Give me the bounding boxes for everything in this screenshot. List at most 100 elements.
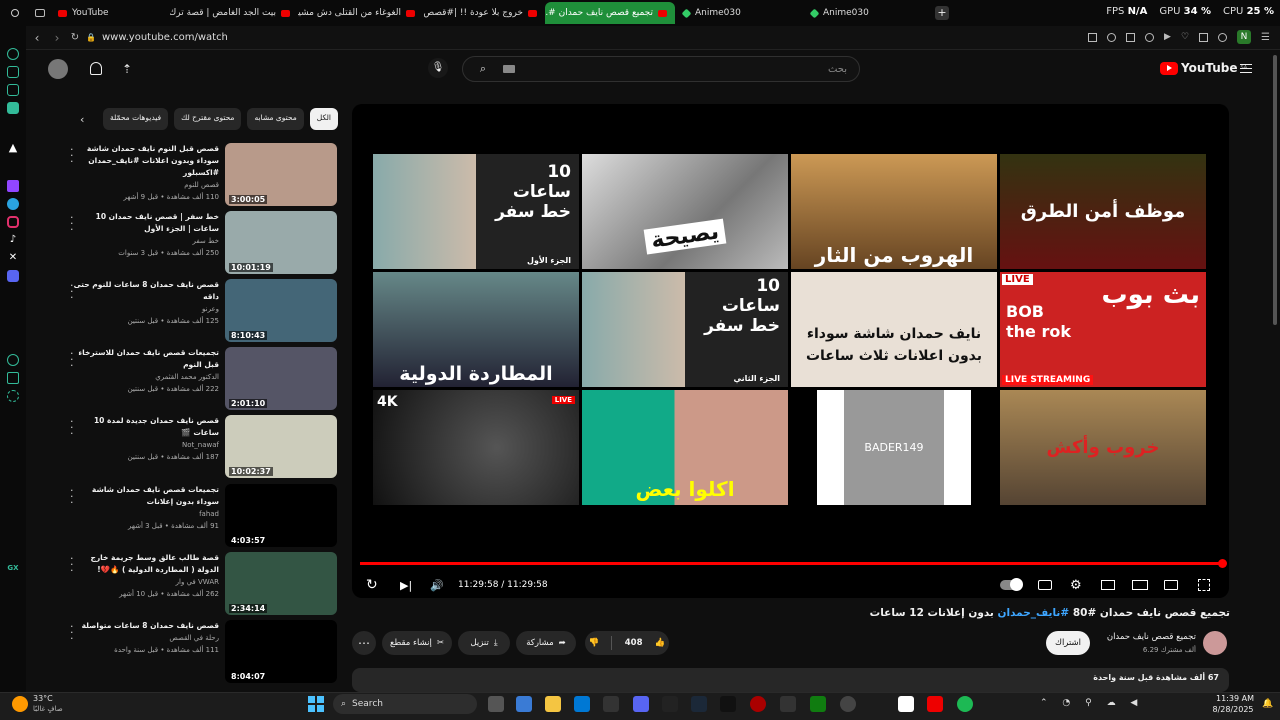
outlook-icon[interactable] [574, 696, 590, 712]
related-video-item[interactable]: 8:04:07 قصص نايف حمدان 8 ساعات متواصلة رحل… [62, 620, 337, 684]
related-video-item[interactable]: 8:10:43 قصص نايف حمدان 8 ساعات للنوم حتى … [62, 279, 337, 343]
xbox-icon[interactable] [810, 696, 826, 712]
related-video-item[interactable]: 2:01:10 تجميعات قصص نايف حمدان للاسترخاء … [62, 347, 337, 411]
related-video-item[interactable]: 10:02:37 قصص نايف حمدان جديدة لمدة 10 ساع… [62, 415, 337, 479]
tiktok-icon[interactable]: ♪ [7, 234, 19, 246]
subscribe-button[interactable]: اشتراك [1046, 631, 1090, 655]
vpn-icon[interactable] [1145, 32, 1155, 42]
video-title[interactable]: تجميعات قصص نايف حمدان للاسترخاء قبل الن… [69, 347, 219, 371]
volume-button[interactable]: 🔊 [430, 574, 444, 596]
discord-icon[interactable] [633, 696, 649, 712]
video-thumbnail[interactable]: 10:01:19 [225, 211, 337, 274]
account-avatar[interactable] [48, 59, 68, 79]
chrome-icon[interactable] [840, 696, 856, 712]
tab-anime-2[interactable]: Anime030 [803, 2, 931, 24]
chip-all[interactable]: الكل [309, 108, 338, 130]
more-options-icon[interactable]: · · · [70, 348, 74, 371]
x-icon[interactable]: ✕ [7, 252, 19, 264]
bookmark-icon[interactable] [1088, 32, 1098, 42]
related-video-item[interactable]: 10:01:19 خط سفر | قصص نايف حمدان 10 ساعات… [62, 211, 337, 275]
player-icon[interactable]: ▶ [1164, 32, 1171, 42]
heart-icon[interactable]: ♡ [1181, 32, 1189, 42]
video-thumbnail[interactable]: 8:04:07 [225, 620, 337, 683]
epic-games-icon[interactable] [662, 696, 678, 712]
chip-downloaded[interactable]: فيديوهات محمّلة [103, 108, 169, 130]
channel-name[interactable]: خط سفر [69, 235, 219, 247]
more-options-icon[interactable]: · · · [70, 144, 74, 167]
spotify-icon[interactable] [957, 696, 973, 712]
clock-date[interactable]: 8/28/2025 [1208, 705, 1258, 714]
search-icon[interactable]: ⌕ [463, 62, 503, 76]
clock-time[interactable]: 11:39 AM [1212, 694, 1258, 703]
search-input[interactable]: بحث [515, 64, 859, 75]
back-icon[interactable]: ‹ [26, 31, 48, 45]
settings-icon[interactable] [7, 390, 19, 402]
channel-avatar[interactable] [1203, 631, 1227, 655]
video-thumbnail[interactable]: 8:10:43 [225, 279, 337, 342]
channel-name[interactable]: تجميع قصص نايف حمدان [1080, 632, 1196, 642]
related-video-item[interactable]: 4:03:57 تجميعات قصص نايف حمدان شاشة سوداء… [62, 484, 337, 548]
autoplay-toggle[interactable] [1000, 574, 1023, 596]
history-icon[interactable] [7, 354, 19, 366]
subtitles-button[interactable] [1038, 574, 1052, 596]
video-title[interactable]: قصص قبل النوم نايف حمدان شاشة سوداء وبدو… [69, 143, 219, 179]
more-options-icon[interactable]: · · · [70, 212, 74, 235]
fullscreen-button[interactable] [1198, 574, 1210, 596]
like-icon[interactable]: 👍 [655, 638, 666, 648]
progress-scrubber[interactable] [1218, 559, 1227, 568]
instagram-icon[interactable] [7, 216, 19, 228]
more-options-icon[interactable]: · · · [70, 553, 74, 576]
create-icon[interactable]: ⇡ [122, 62, 132, 76]
steam-icon[interactable] [691, 696, 707, 712]
capcut-icon[interactable] [720, 696, 736, 712]
channel-name[interactable]: fahad [69, 508, 219, 520]
gx-corner-icon[interactable] [7, 48, 19, 60]
speed-dial-icon[interactable] [7, 84, 19, 96]
bluestacks-icon[interactable] [780, 696, 796, 712]
tab-video-3[interactable]: الغوغاء من القتلى دش مشير [298, 2, 423, 24]
description-box[interactable]: 67 ألف مشاهدة قبل سنة واحدة [352, 668, 1229, 692]
voice-search-icon[interactable]: 🎙 [428, 58, 448, 78]
video-thumbnail[interactable]: 10:02:37 [225, 415, 337, 478]
menu-icon[interactable] [1240, 64, 1252, 73]
chip-recommended[interactable]: محتوى مقترح لك [174, 108, 242, 130]
miniplayer-button[interactable] [1101, 574, 1115, 596]
mail-icon[interactable] [7, 102, 19, 114]
tab-anime-1[interactable]: Anime030 [675, 2, 803, 24]
more-options-icon[interactable]: · · · [70, 485, 74, 508]
tray-icons[interactable]: ⌃ ◔ ⚲ ☁ ◀ [1040, 698, 1143, 708]
download-button[interactable]: تنزيل ⤓ [458, 631, 510, 655]
video-title[interactable]: قصص نايف حمدان جديدة لمدة 10 ساعات 🎬 [69, 415, 219, 439]
replay-button[interactable]: ↻ [366, 574, 378, 596]
related-video-item[interactable]: 2:34:14 قصة طالب عالق وسط جريمة خارج الدو… [62, 552, 337, 616]
tab-video-4[interactable]: خروج بلا عودة !! |#قصص... [423, 2, 545, 24]
progress-bar[interactable] [360, 562, 1222, 565]
youtube-app-icon[interactable] [927, 696, 943, 712]
keyboard-icon[interactable] [503, 65, 515, 73]
next-button[interactable]: ▶| [400, 574, 412, 596]
video-thumbnail[interactable]: 2:34:14 [225, 552, 337, 615]
discord-icon[interactable] [7, 270, 19, 282]
video-player[interactable]: 10 ساعات خط سفر الجزء الأول يصيحة الهروب … [352, 104, 1229, 598]
chip-related[interactable]: محتوى مشابه [247, 108, 304, 130]
snapshot-icon[interactable] [1218, 32, 1228, 42]
cast-button[interactable] [1164, 574, 1178, 596]
easy-setup-icon[interactable]: ☰ [1261, 32, 1270, 43]
notifications-icon[interactable] [90, 62, 102, 75]
file-explorer-icon[interactable] [545, 696, 561, 712]
opera-gx-icon[interactable] [750, 696, 766, 712]
extension-icon[interactable] [1199, 32, 1209, 42]
telegram-icon[interactable] [7, 198, 19, 210]
clip-button[interactable]: إنشاء مقطع ✂ [382, 631, 452, 655]
forward-icon[interactable]: › [48, 31, 66, 45]
video-thumbnail[interactable]: 4:03:57 [225, 484, 337, 547]
channel-name[interactable]: رحلة في القصص [69, 632, 219, 644]
channel-name[interactable]: Not_nawaf [69, 439, 219, 451]
channel-name[interactable]: الدكتور محمد القثمري [69, 371, 219, 383]
channel-name[interactable]: وعرنو [69, 303, 219, 315]
video-title[interactable]: تجميعات قصص نايف حمدان شاشة سوداء بدون إ… [69, 484, 219, 508]
theater-button[interactable] [1132, 574, 1148, 596]
youtube-logo[interactable]: YouTubeSA [1160, 61, 1247, 75]
video-title[interactable]: قصة طالب عالق وسط جريمة خارج الدولة ( ال… [69, 552, 219, 576]
page-scrollbar[interactable] [1273, 55, 1277, 325]
